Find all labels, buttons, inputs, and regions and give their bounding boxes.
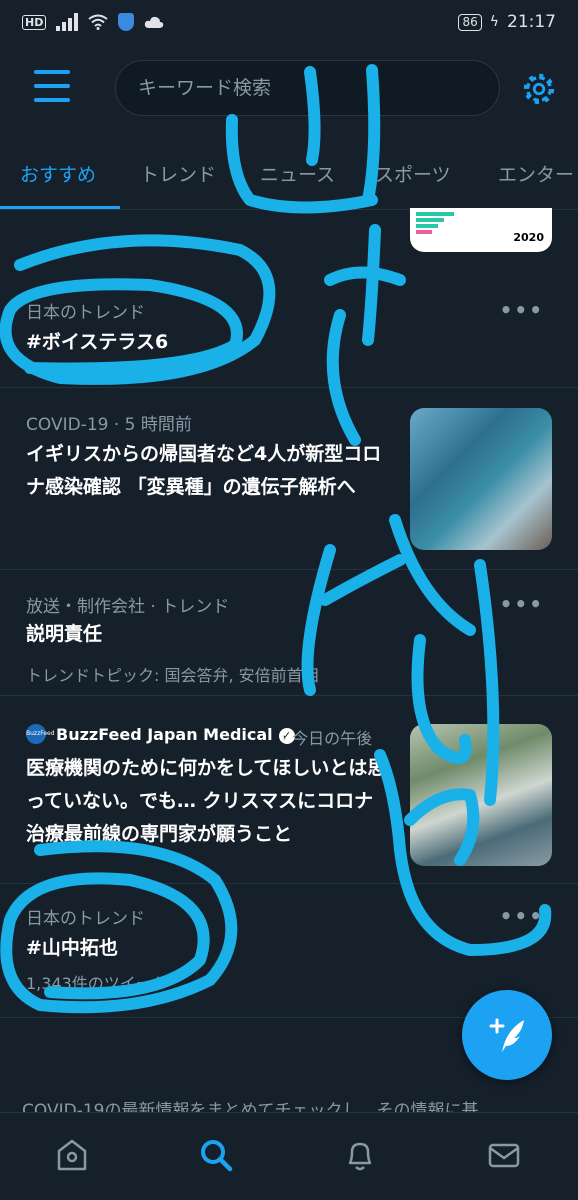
search-header bbox=[0, 56, 578, 120]
thumbnail-bars bbox=[416, 212, 454, 236]
compose-tweet-button[interactable] bbox=[462, 990, 552, 1080]
messages-envelope-icon[interactable] bbox=[486, 1137, 522, 1173]
tab-entertainment[interactable]: エンター bbox=[498, 160, 574, 187]
explore-tabs: おすすめ トレンド ニュース スポーツ エンター bbox=[0, 150, 578, 210]
more-options-icon[interactable]: ••• bbox=[500, 904, 544, 928]
trend-meta: 放送・制作会社 · トレンド bbox=[26, 597, 230, 617]
security-shield-icon bbox=[118, 13, 135, 31]
compose-tweet-icon bbox=[489, 1018, 524, 1052]
news-item[interactable]: COVID-19 · 5 時間前 イギリスからの帰国者など4人が新型コロナ感染確… bbox=[0, 388, 578, 570]
trend-title: #山中拓也 bbox=[26, 937, 118, 959]
battery-level: 86 bbox=[458, 13, 482, 31]
settings-gear-icon[interactable] bbox=[520, 70, 558, 108]
wifi-icon bbox=[88, 14, 108, 30]
status-bar: HD 86 ϟ 21:17 bbox=[0, 0, 578, 44]
author-avatar: BuzzFeed bbox=[26, 724, 55, 744]
news-meta: COVID-19 · 5 時間前 bbox=[26, 415, 192, 435]
news-item[interactable]: BuzzFeed BuzzFeed Japan Medical ✓ · 今日の午後… bbox=[0, 696, 578, 884]
news-thumbnail-image bbox=[410, 408, 552, 550]
clock: 21:17 bbox=[507, 12, 556, 32]
author-name-text: BuzzFeed Japan Medical bbox=[56, 725, 273, 744]
search-box[interactable] bbox=[115, 60, 500, 116]
hamburger-menu-icon[interactable] bbox=[34, 70, 70, 102]
signal-icon bbox=[56, 13, 79, 31]
tab-recommended[interactable]: おすすめ bbox=[20, 160, 96, 187]
network-type: HD bbox=[22, 14, 47, 30]
tweet-count: 1,343件のツイート bbox=[26, 974, 168, 993]
thumbnail-year: 2020 bbox=[513, 231, 544, 244]
notifications-bell-icon[interactable] bbox=[342, 1137, 378, 1173]
search-icon[interactable] bbox=[198, 1137, 234, 1173]
home-icon[interactable] bbox=[54, 1137, 90, 1173]
bottom-navigation bbox=[0, 1112, 578, 1200]
trend-topics: トレンドトピック: 国会答弁, 安倍前首相 bbox=[26, 666, 319, 685]
tab-news[interactable]: ニュース bbox=[260, 160, 335, 187]
trend-item[interactable]: 日本のトレンド #ボイステラス6 ••• bbox=[0, 270, 578, 388]
news-headline: イギリスからの帰国者など4人が新型コロナ感染確認 「変異種」の遺伝子解析へ bbox=[26, 443, 382, 498]
author-name: BuzzFeed Japan Medical ✓ bbox=[56, 725, 295, 744]
more-options-icon[interactable]: ••• bbox=[500, 592, 544, 616]
post-time: · 今日の午後 bbox=[282, 729, 373, 748]
chart-thumbnail[interactable]: 2020 bbox=[410, 208, 552, 252]
trend-item[interactable]: 放送・制作会社 · トレンド 説明責任 トレンドトピック: 国会答弁, 安倍前首… bbox=[0, 570, 578, 696]
trend-title: 説明責任 bbox=[26, 623, 103, 645]
news-headline: 医療機関のために何かをしてほしいとは思っていない。でも… クリスマスにコロナ治療… bbox=[26, 757, 387, 845]
search-input[interactable] bbox=[116, 61, 499, 115]
charging-icon: ϟ bbox=[489, 14, 499, 30]
tab-trends[interactable]: トレンド bbox=[140, 160, 216, 187]
trend-meta: 日本のトレンド bbox=[26, 909, 145, 929]
news-thumbnail-image bbox=[410, 724, 552, 866]
cloud-icon bbox=[145, 16, 164, 28]
active-tab-indicator bbox=[0, 206, 120, 209]
more-options-icon[interactable]: ••• bbox=[500, 298, 544, 322]
trend-title: #ボイステラス6 bbox=[26, 331, 169, 353]
tab-sports[interactable]: スポーツ bbox=[375, 160, 451, 187]
trend-meta: 日本のトレンド bbox=[26, 303, 145, 323]
